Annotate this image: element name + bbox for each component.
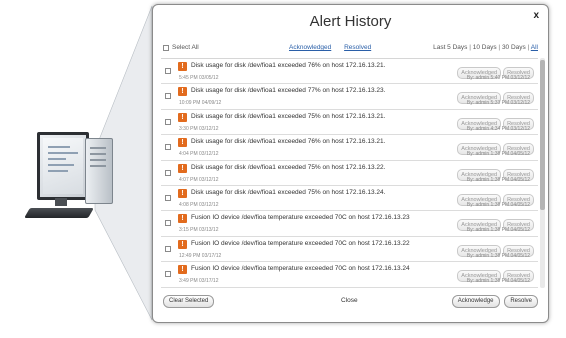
keyboard-icon [24,208,94,218]
select-all-checkbox[interactable]: Select All [163,44,199,51]
alert-message: Disk usage for disk /dev/fioa1 exceeded … [191,62,386,69]
alert-message: Fusion IO device /dev/fioa temperature e… [191,239,410,247]
alert-toolbar: Select All Acknowledged Resolved Last 5 … [163,44,538,56]
range-10-days[interactable]: 10 Days [473,44,497,51]
alert-acknowledged-by: By: admin 5:40 PM 03/12/12 [466,75,530,81]
range-separator: | [469,44,471,51]
dialog-footer: Clear Selected Close Acknowledge Resolve [163,295,538,311]
warning-icon: ! [178,239,187,249]
filter-acknowledged-link[interactable]: Acknowledged [289,44,331,51]
footer-actions: Acknowledge Resolve [449,295,538,308]
alert-message: Disk usage for disk /dev/fioa1 exceeded … [191,188,386,196]
monitor-icon [37,132,89,200]
warning-icon: ! [178,163,187,173]
alert-acknowledged-by: By: admin 4:34 PM 03/12/12 [466,125,530,132]
alert-timestamp: 4:04 PM 03/12/12 [179,151,219,158]
close-icon[interactable]: x [533,10,539,21]
alert-checkbox[interactable] [165,169,171,176]
select-all-label: Select All [172,44,199,51]
alert-checkbox[interactable] [165,118,171,125]
alert-timestamp: 4:07 PM 03/12/12 [179,176,219,183]
alert-row[interactable]: ! Disk usage for disk /dev/fioa1 exceeded… [161,186,538,212]
alert-message: Disk usage for disk /dev/fioa1 exceeded … [191,87,386,95]
alert-acknowledged-by: By: admin 5:33 PM 03/12/12 [466,100,530,107]
alert-acknowledged-by: By: admin 1:38 PM 04/05/12 [466,278,530,285]
alert-history-dialog: Alert History x Select All Acknowledged … [152,4,549,323]
alert-row[interactable]: ! Disk usage for disk /dev/fioa1 exceeded… [161,59,538,85]
alert-checkbox[interactable] [165,220,171,227]
alert-timestamp: 3:49 PM 03/17/12 [179,278,219,285]
alert-row[interactable]: ! Fusion IO device /dev/fioa temperature … [161,211,538,237]
range-30-days[interactable]: 30 Days [502,44,526,51]
dialog-title: Alert History [309,13,392,30]
warning-icon: ! [178,138,187,148]
range-all-link[interactable]: All [531,44,538,51]
alert-timestamp: 3:30 PM 03/12/12 [179,125,219,132]
alert-row[interactable]: ! Disk usage for disk /dev/fioa1 exceeded… [161,84,538,110]
scrollbar[interactable] [540,58,545,288]
monitor-stand [55,198,67,206]
alert-checkbox[interactable] [165,68,171,74]
scrollbar-thumb[interactable] [540,60,545,210]
alert-row[interactable]: ! Disk usage for disk /dev/fioa1 exceeded… [161,110,538,136]
checkbox-icon[interactable] [163,44,169,51]
alert-timestamp: 10:09 PM 04/09/12 [179,100,222,107]
warning-icon: ! [178,62,187,71]
alert-list: ! Disk usage for disk /dev/fioa1 exceeded… [161,58,538,289]
alert-checkbox[interactable] [165,271,171,278]
alert-checkbox[interactable] [165,245,171,252]
server-tower-icon [85,138,113,204]
alert-checkbox[interactable] [165,194,171,201]
clear-selected-button[interactable]: Clear Selected [163,295,215,308]
resolve-button[interactable]: Resolve [504,295,538,308]
computer-illustration [24,128,127,228]
alert-message: Disk usage for disk /dev/fioa1 exceeded … [191,138,386,146]
range-separator: | [498,44,501,51]
date-range-filter: Last 5 Days | 10 Days | 30 Days | All [433,44,538,51]
warning-icon: ! [178,214,187,224]
alert-message: Disk usage for disk /dev/fioa1 exceeded … [191,112,386,120]
alert-timestamp: 4:08 PM 03/12/12 [179,201,219,208]
alert-checkbox[interactable] [165,93,171,100]
acknowledge-button[interactable]: Acknowledge [451,295,500,308]
alert-message: Disk usage for disk /dev/fioa1 exceeded … [191,163,386,171]
range-separator: | [527,44,530,51]
alert-acknowledged-by: By: admin 1:38 PM 04/05/12 [466,201,530,208]
filter-resolved-link[interactable]: Resolved [344,44,371,51]
alert-timestamp: 12:49 PM 03/17/12 [179,252,222,259]
alert-row[interactable]: ! Fusion IO device /dev/fioa temperature … [161,262,538,288]
alert-acknowledged-by: By: admin 1:38 PM 04/05/12 [466,151,530,158]
alert-row[interactable]: ! Disk usage for disk /dev/fioa1 exceeded… [161,135,538,161]
close-button[interactable]: Close [341,297,358,304]
alert-message: Fusion IO device /dev/fioa temperature e… [191,214,410,222]
alert-row[interactable]: ! Fusion IO device /dev/fioa temperature … [161,237,538,263]
alert-timestamp: 3:15 PM 03/13/12 [179,227,219,234]
status-filters: Acknowledged Resolved [289,44,382,51]
warning-icon: ! [178,87,187,97]
alert-checkbox[interactable] [165,144,171,151]
warning-icon: ! [178,265,187,275]
alert-row[interactable]: ! Disk usage for disk /dev/fioa1 exceeded… [161,161,538,186]
alert-acknowledged-by: By: admin 1:38 PM 04/05/12 [466,227,530,234]
warning-icon: ! [178,188,187,198]
warning-icon: ! [178,112,187,122]
range-5-days[interactable]: Last 5 Days [433,44,467,51]
alert-acknowledged-by: By: admin 1:38 PM 04/05/12 [466,252,530,259]
alert-timestamp: 5:45 PM 03/05/12 [179,75,219,81]
alert-acknowledged-by: By: admin 1:38 PM 04/05/12 [466,176,530,183]
alert-message: Fusion IO device /dev/fioa temperature e… [191,265,410,273]
